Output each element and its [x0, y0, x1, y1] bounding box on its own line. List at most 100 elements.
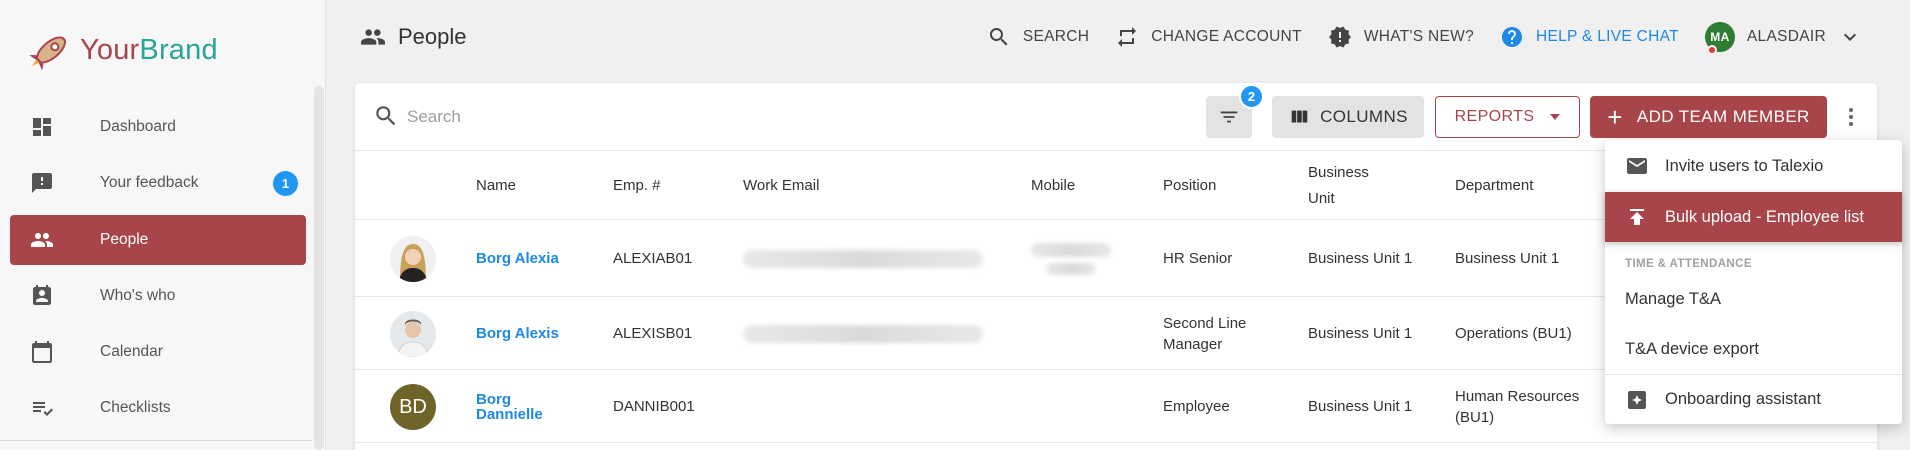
people-icon [31, 232, 53, 247]
page-title: People [398, 24, 467, 49]
mail-icon [1627, 158, 1647, 174]
whats-new-label: WHAT'S NEW? [1363, 28, 1474, 45]
avatar [390, 236, 436, 282]
sidebar-divider [0, 440, 312, 441]
rocket-logo-icon [29, 36, 67, 70]
sidebar-item-label: Calendar [100, 343, 163, 361]
calendar-icon [32, 341, 52, 364]
help-icon [1502, 27, 1522, 47]
sidebar-item-checklists[interactable]: Checklists [10, 383, 306, 433]
columns-button[interactable]: COLUMNS [1272, 96, 1424, 138]
person-photo-icon [390, 311, 436, 357]
sidebar-item-feedback[interactable]: Your feedback 1 [10, 158, 306, 208]
department: Business Unit 1 [1455, 250, 1560, 267]
checklist-icon [33, 402, 53, 417]
menu-item-bulk-upload[interactable]: Bulk upload - Employee list [1605, 192, 1902, 242]
sidebar: YourBrand Dashboard Your feedback 1 Peop… [0, 0, 326, 450]
global-search-button[interactable]: SEARCH [987, 25, 1089, 49]
department: Operations (BU1) [1455, 325, 1572, 342]
column-header-emp[interactable]: Emp. # [613, 152, 661, 220]
user-menu[interactable]: MA ALASDAIR [1704, 22, 1862, 55]
caret-down-icon [1550, 114, 1561, 120]
reports-button[interactable]: REPORTS [1435, 96, 1580, 138]
menu-item-label: T&A device export [1625, 339, 1759, 358]
avatar: BD [390, 384, 436, 430]
more-vert-icon[interactable] [1839, 103, 1863, 131]
employee-name-link[interactable]: Borg Alexia [476, 251, 559, 266]
upload-icon [1630, 209, 1644, 225]
work-email-redacted [743, 221, 983, 296]
filter-count-badge: 2 [1239, 84, 1264, 109]
search-icon [989, 28, 1008, 46]
menu-item-onboarding-assistant[interactable]: Onboarding assistant [1605, 375, 1902, 424]
sidebar-item-calendar[interactable]: Calendar [10, 327, 306, 377]
menu-item-label: Manage T&A [1625, 289, 1722, 308]
avatar [390, 311, 436, 357]
employee-name-link[interactable]: Borg Alexis [476, 326, 559, 341]
sidebar-item-whos-who[interactable]: Who's who [10, 271, 306, 321]
search-input[interactable] [407, 101, 907, 133]
business-unit: Business Unit 1 [1308, 250, 1413, 267]
feedback-icon [32, 173, 52, 194]
column-header-mobile[interactable]: Mobile [1031, 152, 1075, 220]
columns-label: COLUMNS [1320, 107, 1408, 126]
column-header-position[interactable]: Position [1163, 152, 1216, 220]
new-release-icon [1328, 26, 1351, 48]
change-account-label: CHANGE ACCOUNT [1151, 28, 1302, 45]
employee-number: DANNIB001 [613, 398, 695, 415]
sidebar-nav: Dashboard Your feedback 1 People Who's w… [10, 102, 306, 440]
user-name: ALASDAIR [1746, 28, 1826, 45]
sidebar-item-label: People [100, 230, 149, 248]
search-label: SEARCH [1022, 28, 1090, 45]
sidebar-item-people[interactable]: People [10, 214, 306, 265]
add-team-member-button[interactable]: + ADD TEAM MEMBER [1590, 96, 1827, 138]
menu-item-label: Onboarding assistant [1665, 390, 1821, 408]
brand-logo[interactable]: YourBrand [28, 28, 218, 72]
notification-badge: 1 [273, 171, 298, 197]
column-header-business-unit[interactable]: Business Unit [1308, 152, 1392, 220]
whats-new-button[interactable]: WHAT'S NEW? [1328, 25, 1474, 49]
business-unit: Business Unit 1 [1308, 325, 1413, 342]
reports-label: REPORTS [1454, 108, 1535, 125]
contact-card-icon [33, 284, 51, 305]
brand-name: YourBrand [80, 33, 218, 66]
column-header-email[interactable]: Work Email [743, 152, 819, 220]
menu-item-label: Invite users to Talexio [1665, 156, 1824, 175]
person-photo-icon [390, 236, 436, 282]
employee-number: ALEXISB01 [613, 325, 693, 342]
menu-item-invite-users[interactable]: Invite users to Talexio [1605, 140, 1902, 192]
employee-name-link[interactable]: Borg Dannielle [476, 392, 576, 422]
employee-number: ALEXIAB01 [613, 250, 693, 267]
work-email-redacted [743, 298, 983, 369]
sidebar-item-label: Your feedback [100, 174, 199, 192]
column-header-name[interactable]: Name [476, 152, 516, 220]
search-icon [376, 106, 396, 126]
chevron-down-icon [1844, 33, 1856, 41]
menu-item-ta-device-export[interactable]: T&A device export [1605, 324, 1902, 374]
sidebar-scrollbar[interactable] [314, 86, 324, 450]
department: Human Resources (BU1) [1455, 387, 1580, 426]
filter-list-icon [1220, 111, 1238, 123]
business-unit: Business Unit 1 [1308, 398, 1413, 415]
menu-section-time-attendance: TIME & ATTENDANCE [1625, 258, 1752, 270]
position: Employee [1163, 398, 1230, 415]
people-icon [361, 29, 385, 45]
column-header-department[interactable]: Department [1455, 152, 1533, 220]
sidebar-item-label: Who's who [100, 286, 176, 304]
sidebar-item-dashboard[interactable]: Dashboard [10, 102, 306, 152]
menu-item-manage-ta[interactable]: Manage T&A [1605, 274, 1902, 324]
position: HR Senior [1163, 250, 1233, 267]
mobile-redacted [1031, 221, 1111, 296]
top-bar: SEARCH CHANGE ACCOUNT WHAT'S NEW? HELP &… [961, 22, 1862, 55]
swap-icon [1118, 27, 1137, 47]
sidebar-item-label: Dashboard [100, 118, 176, 135]
view-column-icon [1291, 110, 1308, 123]
dashboard-icon [33, 118, 51, 136]
help-live-chat-button[interactable]: HELP & LIVE CHAT [1500, 25, 1679, 49]
position: Second Line Manager [1163, 314, 1247, 353]
change-account-button[interactable]: CHANGE ACCOUNT [1115, 25, 1302, 49]
sidebar-item-label: Checklists [100, 399, 171, 417]
add-team-member-label: ADD TEAM MEMBER [1636, 107, 1810, 126]
status-dot [1706, 45, 1717, 55]
menu-item-label: Bulk upload - Employee list [1665, 207, 1865, 226]
